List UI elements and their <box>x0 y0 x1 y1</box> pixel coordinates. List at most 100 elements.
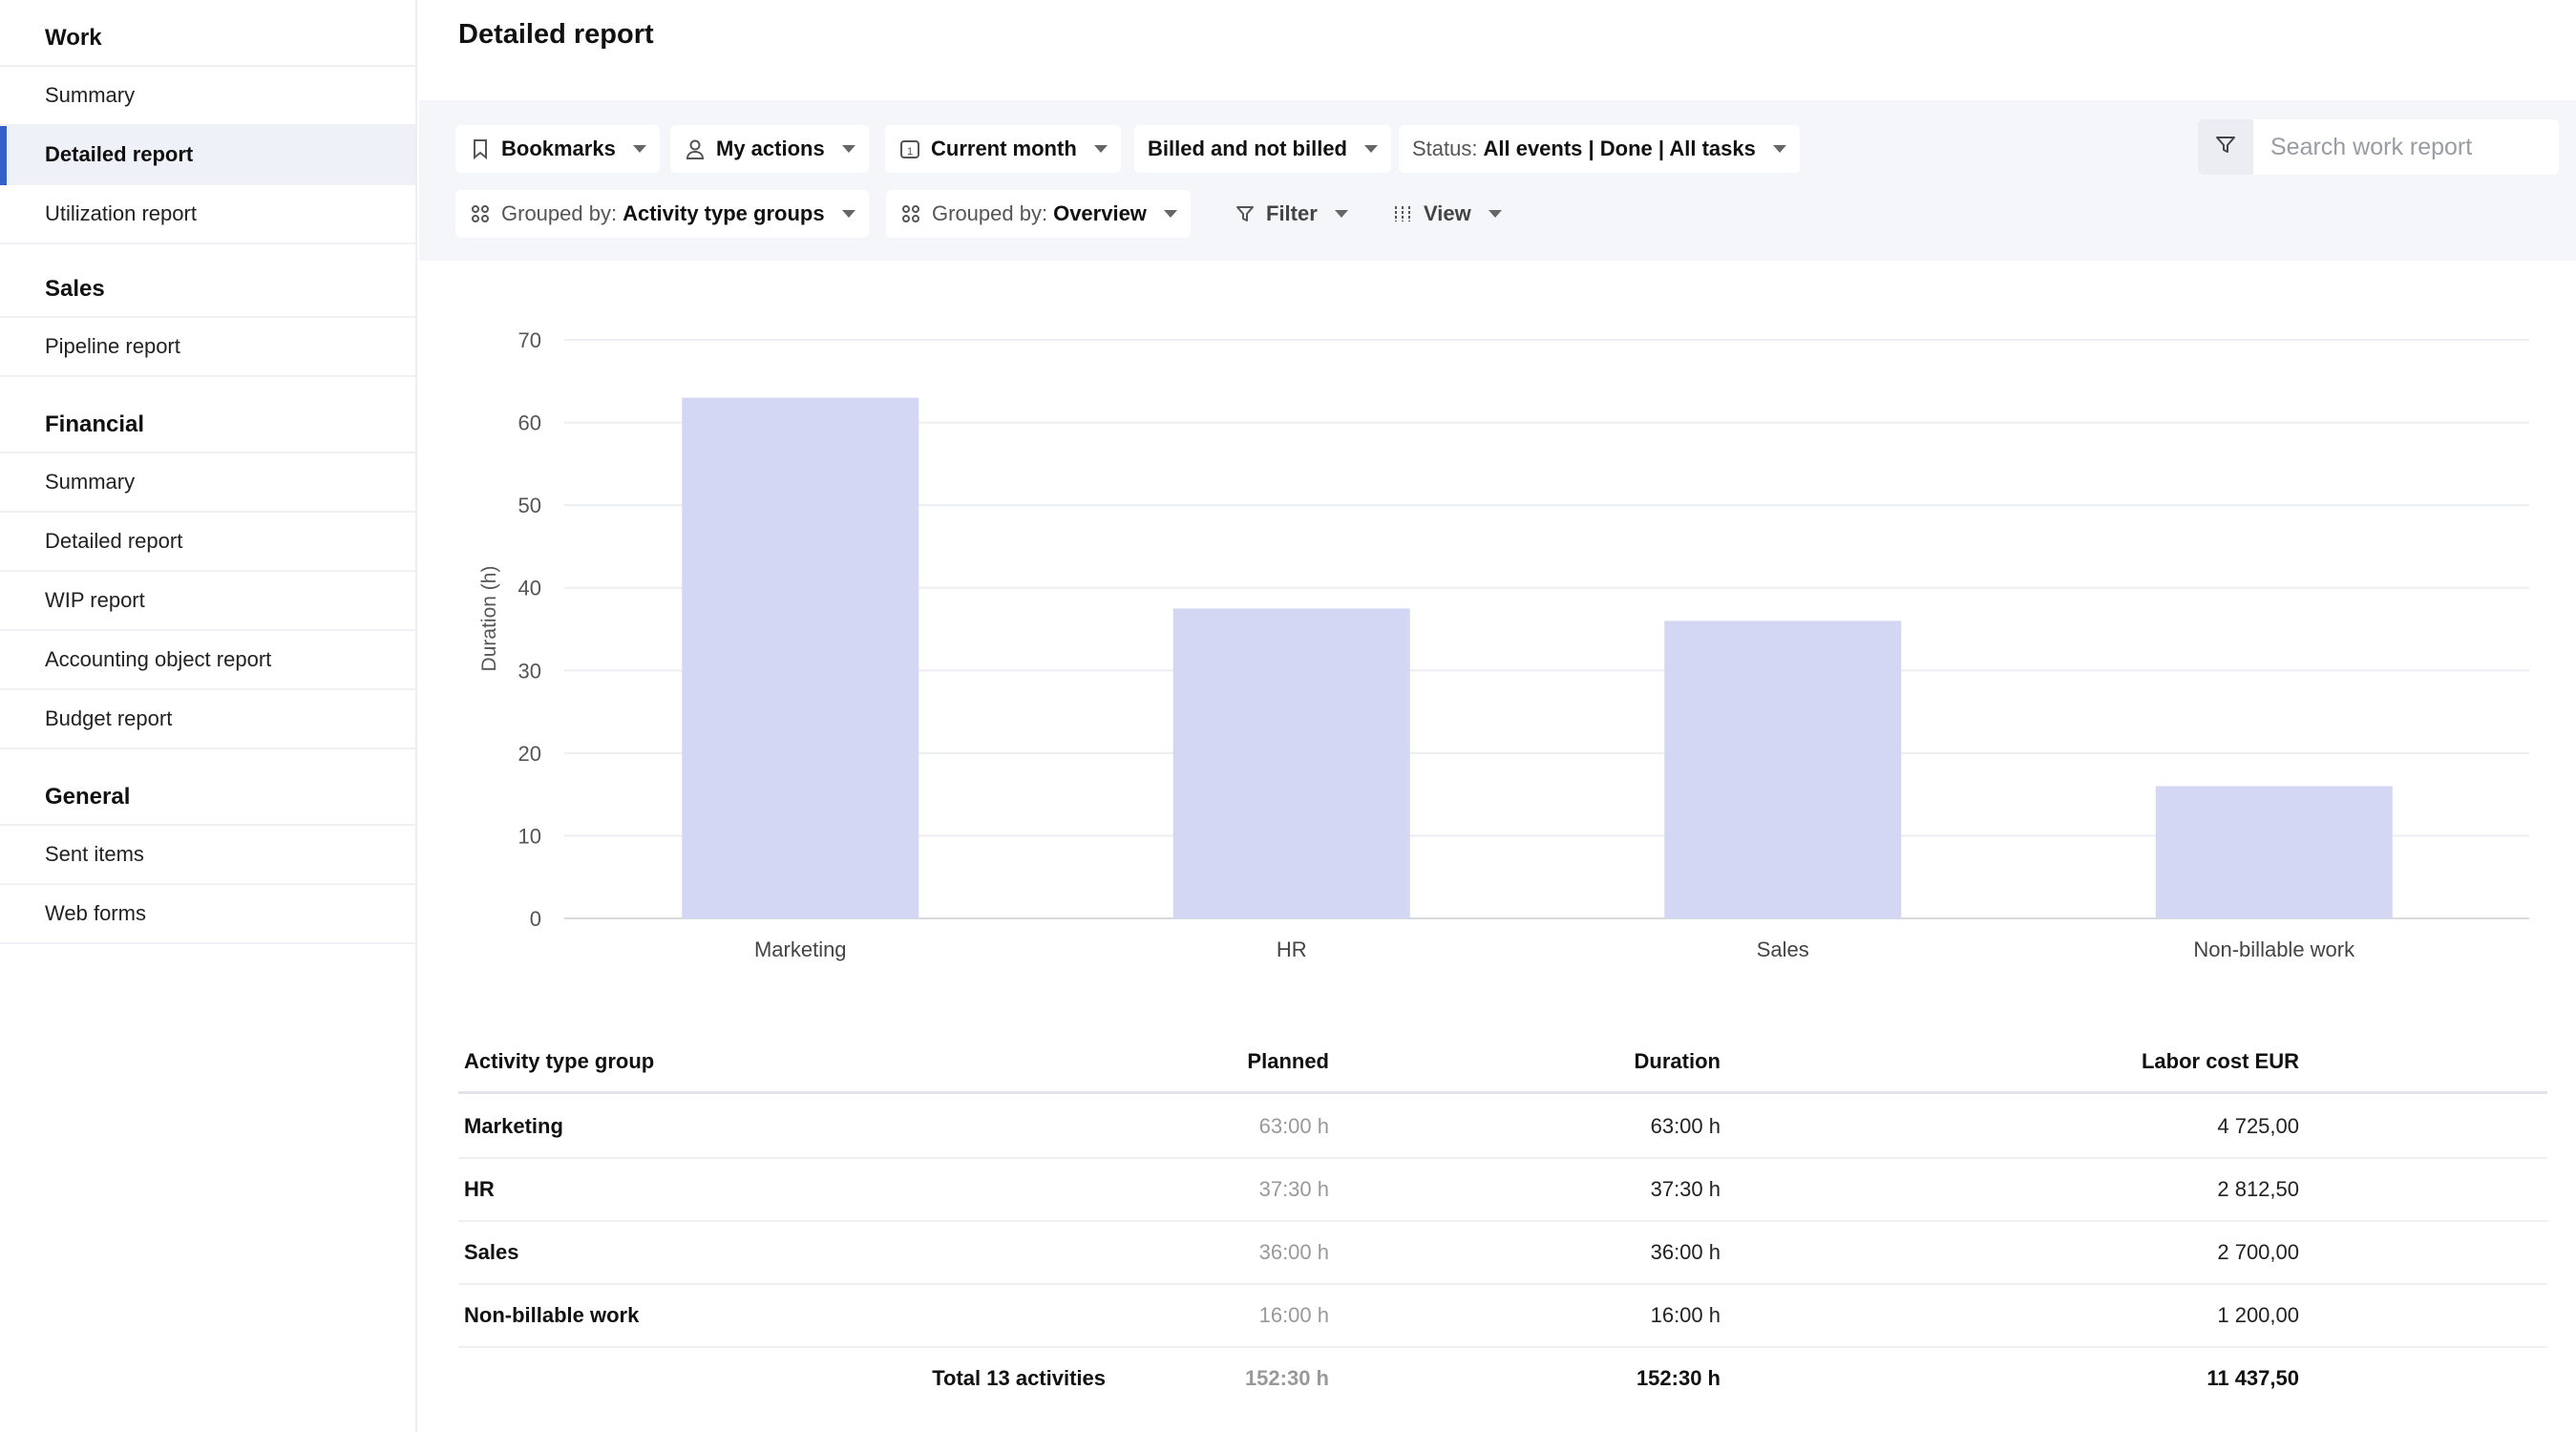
header-labor-cost[interactable]: Labor cost EUR <box>2142 1031 2299 1092</box>
row-planned: 36:00 h <box>1258 1240 1329 1264</box>
bookmark-icon <box>469 137 492 160</box>
bookmarks-dropdown[interactable]: Bookmarks <box>455 125 660 173</box>
row-duration: 36:00 h <box>1650 1240 1721 1264</box>
filter-label: Filter <box>1266 201 1318 225</box>
group-icon <box>899 202 922 225</box>
search-input[interactable] <box>2253 119 2559 175</box>
sidebar-section-title-work: Work <box>45 25 102 51</box>
chevron-down-icon <box>841 145 855 153</box>
view-label: View <box>1424 201 1471 225</box>
bar-marketing[interactable] <box>682 397 919 919</box>
columns-icon <box>1391 202 1414 225</box>
group-icon <box>469 202 492 225</box>
total-duration: 152:30 h <box>1636 1366 1721 1390</box>
y-tick-label: 60 <box>518 411 541 435</box>
table-total-row: Total 13 activities 152:30 h 152:30 h 11… <box>458 1348 2547 1411</box>
y-axis-label: Duration (h) <box>478 566 500 672</box>
funnel-icon <box>1234 202 1256 225</box>
user-icon <box>684 137 707 160</box>
x-tick-label: HR <box>1277 937 1307 961</box>
status-value: All events | Done | All tasks <box>1483 137 1756 160</box>
sidebar-item-work-detailed-report[interactable]: Detailed report <box>0 126 415 185</box>
row-labor-cost: 1 200,00 <box>2217 1303 2299 1327</box>
x-tick-label: Sales <box>1757 937 1809 961</box>
sidebar-item-budget-report[interactable]: Budget report <box>0 690 415 749</box>
sidebar-item-pipeline-report[interactable]: Pipeline report <box>0 318 415 377</box>
table-row[interactable]: HR 37:30 h 37:30 h 2 812,50 <box>458 1159 2547 1222</box>
sidebar-item-financial-detailed-report[interactable]: Detailed report <box>0 513 415 572</box>
bar-hr[interactable] <box>1172 608 1410 918</box>
bar-sales[interactable] <box>1664 621 1902 918</box>
duration-bar-chart: 0 10 20 30 40 50 60 70 Marketing HR Sales Non-bill… <box>478 328 2529 961</box>
calendar-icon: 1 <box>898 137 921 160</box>
header-activity-type-group[interactable]: Activity type group <box>464 1031 654 1092</box>
x-tick-label: Marketing <box>754 937 847 961</box>
status-dropdown[interactable]: Status: All events | Done | All tasks <box>1399 125 1800 173</box>
y-tick-label: 70 <box>518 328 541 352</box>
group1-prefix: Grouped by: <box>501 201 618 225</box>
row-planned: 16:00 h <box>1258 1303 1329 1327</box>
chevron-down-icon <box>1093 145 1108 153</box>
header-planned[interactable]: Planned <box>1247 1031 1329 1092</box>
y-tick-label: 50 <box>518 494 541 517</box>
bar-non-billable-work[interactable] <box>2155 786 2393 918</box>
svg-text:1: 1 <box>907 146 913 158</box>
sidebar-item-sent-items[interactable]: Sent items <box>0 826 415 885</box>
filter-dropdown[interactable]: Filter <box>1220 190 1362 238</box>
y-tick-label: 20 <box>518 742 541 766</box>
sidebar-item-accounting-object-report[interactable]: Accounting object report <box>0 631 415 690</box>
chevron-down-icon <box>632 145 646 153</box>
chevron-down-icon <box>1488 210 1502 218</box>
y-tick-label: 30 <box>518 659 541 683</box>
sidebar-item-utilization-report[interactable]: Utilization report <box>0 185 415 244</box>
bookmarks-label: Bookmarks <box>501 137 616 160</box>
page-title: Detailed report <box>458 19 654 50</box>
period-label: Current month <box>931 137 1077 160</box>
sidebar-section-title-financial: Financial <box>45 411 145 437</box>
y-axis-ticks: 0 10 20 30 40 50 60 70 <box>518 328 541 931</box>
grouped-by-overview-dropdown[interactable]: Grouped by: Overview <box>886 190 1191 238</box>
sidebar: Work Summary Detailed report Utilization… <box>0 0 417 1432</box>
sidebar-item-work-summary[interactable]: Summary <box>0 67 415 126</box>
row-planned: 63:00 h <box>1258 1114 1329 1138</box>
chevron-down-icon <box>841 210 855 218</box>
sidebar-item-financial-summary[interactable]: Summary <box>0 453 415 513</box>
total-label: Total 13 activities <box>932 1366 1106 1390</box>
search-filter-button[interactable] <box>2198 119 2253 175</box>
sidebar-section-title-general: General <box>45 784 131 810</box>
row-duration: 16:00 h <box>1650 1303 1721 1327</box>
row-planned: 37:30 h <box>1258 1177 1329 1201</box>
y-tick-label: 0 <box>530 907 541 931</box>
my-actions-label: My actions <box>716 137 825 160</box>
billing-dropdown[interactable]: Billed and not billed <box>1134 125 1391 173</box>
header-duration[interactable]: Duration <box>1635 1031 1721 1092</box>
sidebar-item-web-forms[interactable]: Web forms <box>0 885 415 944</box>
period-dropdown[interactable]: 1 Current month <box>885 125 1121 173</box>
row-name: HR <box>464 1177 495 1201</box>
x-tick-label: Non-billable work <box>2193 937 2355 961</box>
bars <box>682 397 2393 919</box>
chevron-down-icon <box>1364 145 1378 153</box>
group1-value: Activity type groups <box>623 201 825 225</box>
my-actions-dropdown[interactable]: My actions <box>670 125 869 173</box>
chevron-down-icon <box>1334 210 1348 218</box>
chevron-down-icon <box>1163 210 1177 218</box>
table-row[interactable]: Sales 36:00 h 36:00 h 2 700,00 <box>458 1222 2547 1285</box>
total-labor-cost: 11 437,50 <box>2206 1366 2299 1390</box>
funnel-icon <box>2214 134 2237 161</box>
sidebar-section-title-sales: Sales <box>45 276 105 302</box>
y-tick-label: 10 <box>518 824 541 848</box>
table-row[interactable]: Marketing 63:00 h 63:00 h 4 725,00 <box>458 1096 2547 1159</box>
sidebar-item-wip-report[interactable]: WIP report <box>0 572 415 631</box>
chevron-down-icon <box>1772 145 1786 153</box>
view-dropdown[interactable]: View <box>1378 190 1515 238</box>
table-row[interactable]: Non-billable work 16:00 h 16:00 h 1 200,… <box>458 1285 2547 1348</box>
row-labor-cost: 4 725,00 <box>2217 1114 2299 1138</box>
table-header-row: Activity type group Planned Duration Lab… <box>458 1031 2547 1094</box>
row-name: Non-billable work <box>464 1303 640 1327</box>
row-name: Marketing <box>464 1114 563 1138</box>
x-axis-ticks: Marketing HR Sales Non-billable work <box>754 937 2355 961</box>
grouped-by-activity-dropdown[interactable]: Grouped by: Activity type groups <box>455 190 869 238</box>
group2-prefix: Grouped by: <box>932 201 1048 225</box>
row-duration: 37:30 h <box>1650 1177 1721 1201</box>
